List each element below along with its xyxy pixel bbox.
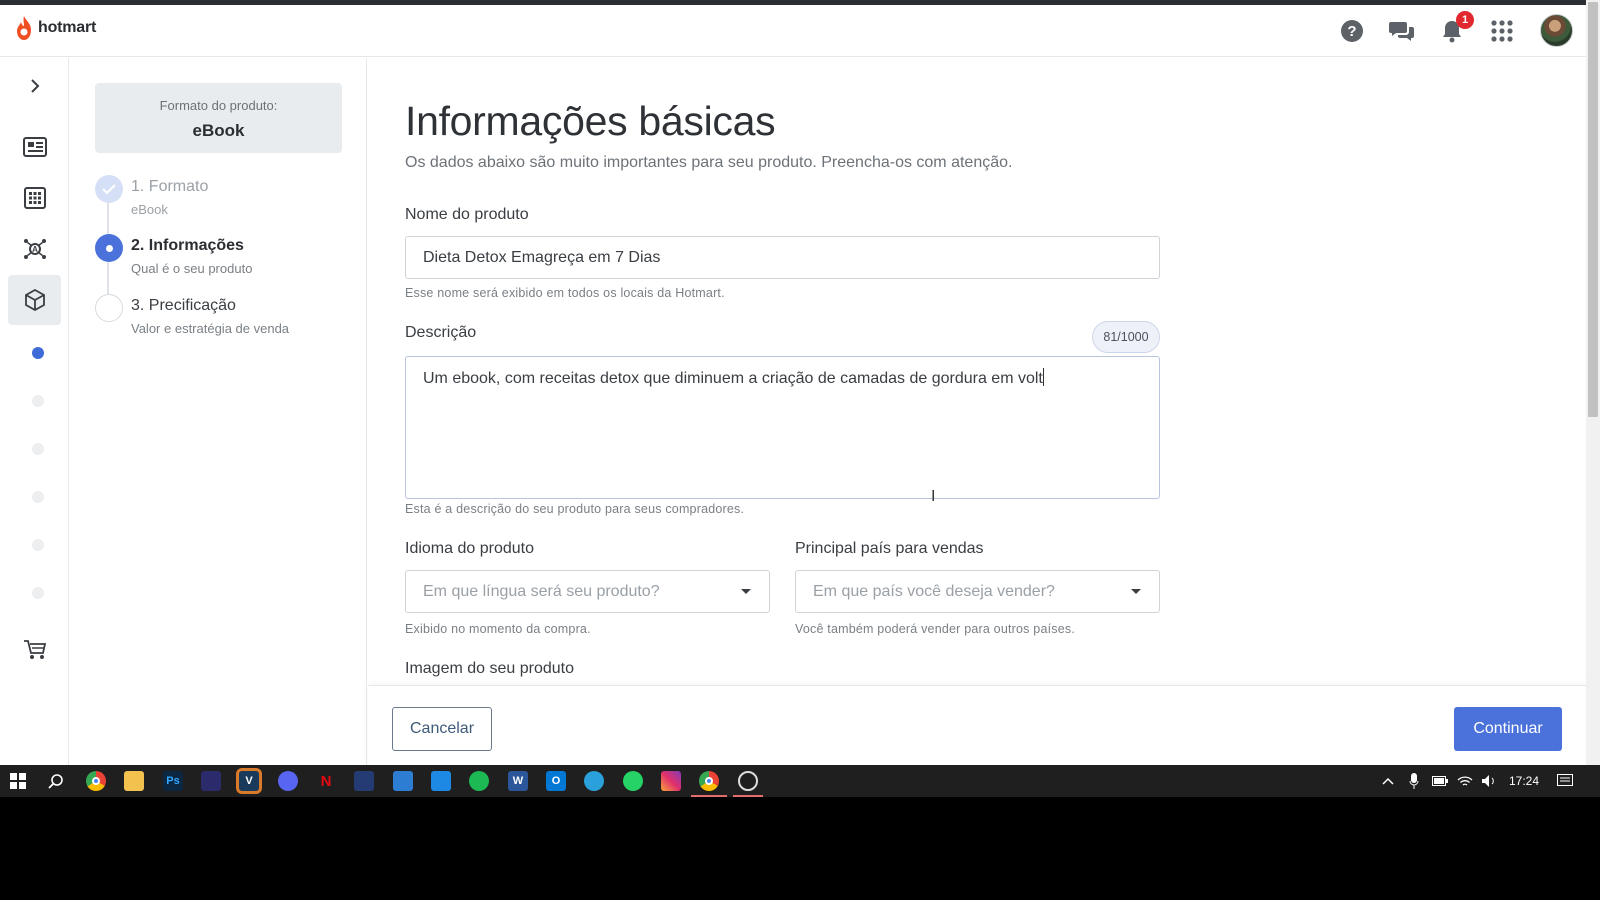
country-hint: Você também poderá vender para outros pa… (795, 622, 1075, 636)
notification-badge: 1 (1456, 11, 1474, 29)
vegas-icon[interactable]: V (236, 768, 262, 794)
photoshop-icon[interactable]: Ps (163, 771, 183, 791)
active-app-indicator (691, 795, 727, 797)
description-label: Descrição (405, 324, 477, 341)
telegram-icon[interactable] (584, 771, 604, 791)
main-content: Informações básicas Os dados abaixo são … (368, 58, 1586, 685)
step-1-title[interactable]: 1. Formato (131, 178, 208, 196)
network-icon[interactable]: A (8, 224, 61, 274)
form-action-bar: Cancelar Continuar (368, 685, 1586, 765)
chrome-icon[interactable] (86, 771, 106, 791)
file-explorer-icon[interactable] (124, 771, 144, 791)
avatar[interactable] (1540, 14, 1573, 47)
netflix-icon[interactable]: N (316, 771, 336, 791)
product-name-input[interactable]: Dieta Detox Emagreça em 7 Dias (405, 236, 1160, 279)
hotmart-logo[interactable]: hotmart (14, 15, 96, 41)
instagram-icon[interactable] (661, 771, 681, 791)
top-header: hotmart ? 1 (0, 5, 1586, 57)
apps-grid-icon[interactable] (1488, 17, 1516, 45)
rail-dot[interactable] (32, 395, 44, 407)
rail-dot[interactable] (32, 491, 44, 503)
search-icon[interactable] (46, 771, 66, 791)
format-label: Formato do produto: (159, 98, 278, 113)
language-select[interactable]: Em que língua será seu produto? (405, 570, 770, 613)
bell-icon[interactable]: 1 (1438, 11, 1474, 45)
step-2-title[interactable]: 2. Informações (131, 237, 244, 255)
whatsapp-icon[interactable] (623, 771, 643, 791)
app-icon[interactable] (393, 771, 413, 791)
taskbar-clock[interactable]: 17:24 (1509, 774, 1539, 788)
rail-dot[interactable] (32, 587, 44, 599)
left-rail: A (0, 58, 69, 765)
language-placeholder: Em que língua será seu produto? (423, 582, 660, 600)
brand-name: hotmart (38, 19, 97, 36)
dashboard-icon[interactable] (8, 122, 61, 172)
svg-text:A: A (32, 245, 38, 254)
obs-icon[interactable] (738, 771, 758, 791)
app-icon[interactable] (354, 771, 374, 791)
outlook-icon[interactable]: O (546, 771, 566, 791)
chrome-icon[interactable] (699, 771, 719, 791)
step-1-subtitle: eBook (131, 202, 168, 217)
cart-icon[interactable] (8, 625, 61, 675)
svg-text:?: ? (1347, 23, 1356, 40)
rail-dot[interactable] (32, 443, 44, 455)
page-subtitle: Os dados abaixo são muito importantes pa… (405, 154, 1013, 171)
step-3-subtitle: Valor e estratégia de venda (131, 321, 290, 336)
active-app-indicator (733, 795, 763, 797)
chevron-up-icon[interactable] (1378, 771, 1398, 791)
description-char-counter: 81/1000 (1092, 321, 1160, 353)
description-textarea[interactable]: Um ebook, com receitas detox que diminue… (405, 356, 1160, 499)
format-value: eBook (192, 121, 245, 140)
step-2-subtitle: Qual é o seu produto (131, 261, 253, 276)
country-select[interactable]: Em que país você deseja vender? (795, 570, 1160, 613)
scrollbar-thumb[interactable] (1588, 2, 1598, 417)
step-2-indicator (95, 234, 123, 262)
step-3-title[interactable]: 3. Precificação (131, 297, 236, 315)
box-icon[interactable] (8, 275, 61, 325)
description-text: Um ebook, com receitas detox que diminue… (423, 370, 1043, 387)
wifi-icon[interactable] (1455, 771, 1475, 791)
page-scrollbar[interactable] (1586, 0, 1600, 765)
volume-icon[interactable] (1479, 771, 1499, 791)
rail-dot-active[interactable] (32, 347, 44, 359)
chevron-down-icon (741, 589, 751, 594)
chat-icon[interactable] (1388, 17, 1416, 45)
product-name-hint: Esse nome será exibido em todos os locai… (405, 286, 725, 300)
app-icon[interactable] (201, 771, 221, 791)
chevron-down-icon (1131, 589, 1141, 594)
windows-taskbar: Ps V N W O 17:24 (0, 765, 1600, 797)
notification-center-icon[interactable] (1555, 771, 1575, 791)
step-1-check-icon (95, 175, 123, 203)
grid-icon[interactable] (8, 173, 61, 223)
text-caret (1042, 368, 1044, 386)
help-icon[interactable]: ? (1338, 17, 1366, 45)
step-3-indicator (95, 294, 123, 322)
rail-dot[interactable] (32, 539, 44, 551)
country-placeholder: Em que país você deseja vender? (813, 582, 1055, 600)
battery-icon[interactable] (1430, 771, 1450, 791)
description-hint: Esta é a descrição do seu produto para s… (405, 502, 745, 516)
format-card: Formato do produto: eBook (95, 83, 342, 153)
discord-icon[interactable] (278, 771, 298, 791)
microphone-icon[interactable] (1404, 771, 1424, 791)
product-name-label: Nome do produto (405, 206, 529, 223)
page-title: Informações básicas (405, 98, 776, 144)
word-icon[interactable]: W (508, 771, 528, 791)
language-hint: Exibido no momento da compra. (405, 622, 591, 636)
flame-icon (17, 16, 31, 40)
continue-button[interactable]: Continuar (1454, 707, 1562, 751)
spotify-icon[interactable] (469, 771, 489, 791)
windows-start-icon[interactable] (8, 771, 28, 791)
language-label: Idioma do produto (405, 540, 534, 557)
app-window: hotmart ? 1 A Formato do produto: eBook … (0, 0, 1600, 765)
steps-panel: Formato do produto: eBook 1. Formato eBo… (69, 58, 367, 765)
mail-icon[interactable] (431, 771, 451, 791)
product-image-label: Imagem do seu produto (405, 660, 574, 677)
chevron-right-icon[interactable] (8, 61, 61, 111)
country-label: Principal país para vendas (795, 540, 984, 557)
cancel-button[interactable]: Cancelar (392, 707, 492, 751)
text-cursor-icon: I (931, 488, 936, 505)
